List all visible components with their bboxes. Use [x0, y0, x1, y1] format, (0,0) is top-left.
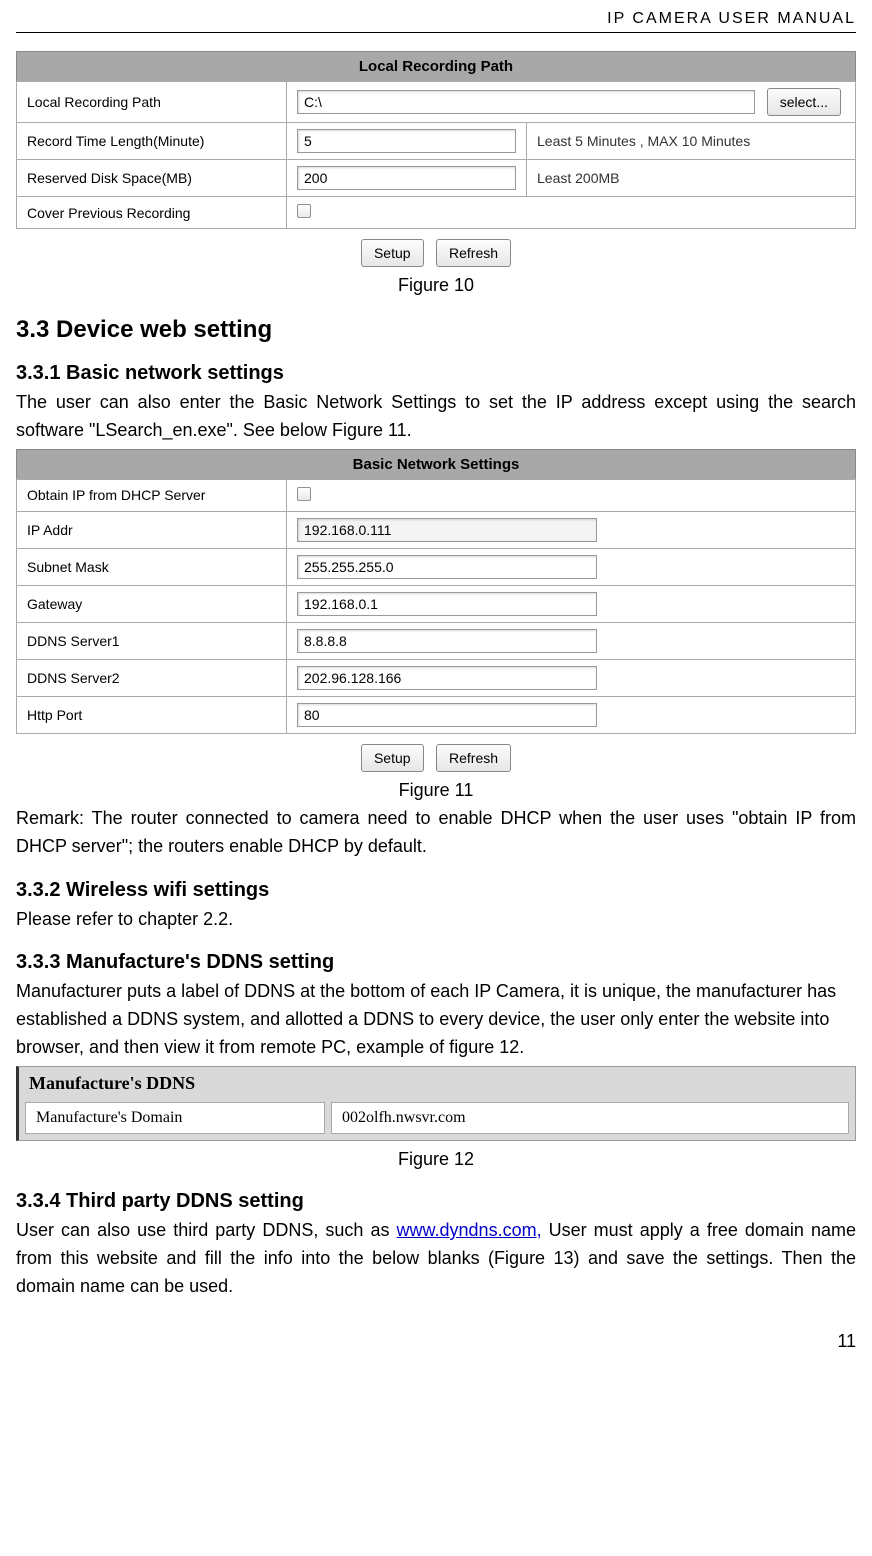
- ddns-domain-label: Manufacture's Domain: [25, 1102, 325, 1134]
- ddns-title: Manufacture's DDNS: [19, 1067, 855, 1102]
- dns2-input[interactable]: [297, 666, 597, 690]
- subsection-heading: 3.3.3 Manufacture's DDNS setting: [16, 951, 856, 974]
- paragraph: Please refer to chapter 2.2.: [16, 906, 856, 934]
- row-label: DDNS Server2: [17, 659, 287, 696]
- subsection-heading: 3.3.1 Basic network settings: [16, 362, 856, 385]
- row-label: Reserved Disk Space(MB): [17, 160, 287, 197]
- ddns-domain-value: 002olfh.nwsvr.com: [331, 1102, 849, 1134]
- gateway-input[interactable]: [297, 592, 597, 616]
- row-label: Obtain IP from DHCP Server: [17, 479, 287, 511]
- time-input[interactable]: [297, 129, 516, 153]
- path-input[interactable]: [297, 90, 755, 114]
- refresh-button[interactable]: Refresh: [436, 744, 511, 772]
- dyndns-link[interactable]: www.dyndns.com,: [397, 1220, 542, 1240]
- table-title: Basic Network Settings: [17, 449, 856, 479]
- refresh-button[interactable]: Refresh: [436, 239, 511, 267]
- row-label: Gateway: [17, 585, 287, 622]
- setup-button[interactable]: Setup: [361, 239, 424, 267]
- ip-input[interactable]: [297, 518, 597, 542]
- page-header-title: IP CAMERA USER MANUAL: [16, 10, 856, 33]
- dns1-input[interactable]: [297, 629, 597, 653]
- paragraph: The user can also enter the Basic Networ…: [16, 389, 856, 445]
- dhcp-checkbox[interactable]: [297, 487, 311, 501]
- subsection-heading: 3.3.2 Wireless wifi settings: [16, 879, 856, 902]
- figure-caption: Figure 11: [16, 780, 856, 801]
- subsection-heading: 3.3.4 Third party DDNS setting: [16, 1190, 856, 1213]
- basic-network-table: Basic Network Settings Obtain IP from DH…: [16, 449, 856, 734]
- cover-checkbox[interactable]: [297, 204, 311, 218]
- paragraph: User can also use third party DDNS, such…: [16, 1217, 856, 1301]
- row-label: Local Recording Path: [17, 82, 287, 123]
- time-note: Least 5 Minutes , MAX 10 Minutes: [527, 123, 856, 160]
- local-recording-table: Local Recording Path Local Recording Pat…: [16, 51, 856, 229]
- setup-button[interactable]: Setup: [361, 744, 424, 772]
- paragraph: Manufacturer puts a label of DDNS at the…: [16, 978, 856, 1062]
- select-button[interactable]: select...: [767, 88, 841, 116]
- port-input[interactable]: [297, 703, 597, 727]
- page-number: 11: [16, 1331, 856, 1352]
- remark-paragraph: Remark: The router connected to camera n…: [16, 805, 856, 861]
- section-heading: 3.3 Device web setting: [16, 316, 856, 344]
- figure-caption: Figure 12: [16, 1149, 856, 1170]
- subnet-input[interactable]: [297, 555, 597, 579]
- row-label: Subnet Mask: [17, 548, 287, 585]
- row-label: Http Port: [17, 696, 287, 733]
- row-label: DDNS Server1: [17, 622, 287, 659]
- row-label: Cover Previous Recording: [17, 197, 287, 229]
- row-label: IP Addr: [17, 511, 287, 548]
- figure-caption: Figure 10: [16, 275, 856, 296]
- row-label: Record Time Length(Minute): [17, 123, 287, 160]
- table-title: Local Recording Path: [17, 52, 856, 82]
- disk-note: Least 200MB: [527, 160, 856, 197]
- ddns-panel: Manufacture's DDNS Manufacture's Domain …: [16, 1066, 856, 1141]
- para-text: User can also use third party DDNS, such…: [16, 1220, 397, 1240]
- disk-input[interactable]: [297, 166, 516, 190]
